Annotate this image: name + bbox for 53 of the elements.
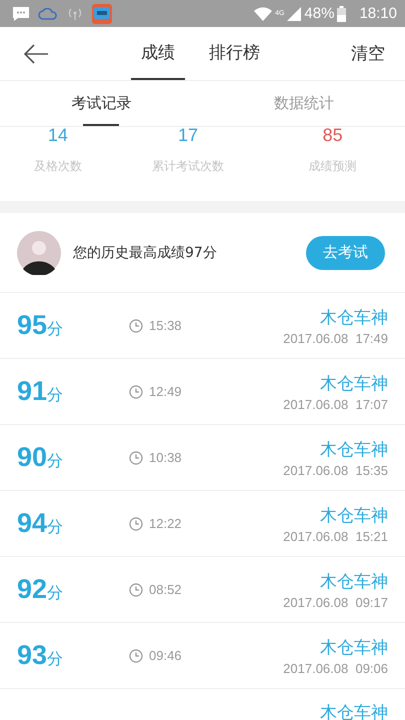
battery-icon bbox=[337, 6, 346, 22]
score: 90分 bbox=[17, 442, 64, 473]
wifi-icon bbox=[254, 6, 272, 20]
avatar bbox=[17, 230, 61, 274]
back-arrow-icon[interactable] bbox=[23, 44, 49, 64]
clock-icon bbox=[129, 516, 143, 530]
stat-label: 及格次数 bbox=[34, 158, 82, 175]
exam-duration: 15:38 bbox=[149, 318, 182, 333]
score: 93分 bbox=[17, 640, 64, 671]
exam-duration: 08:52 bbox=[149, 582, 182, 597]
header-tab[interactable]: 成绩 bbox=[131, 27, 185, 80]
stat-label: 累计考试次数 bbox=[152, 158, 224, 175]
score: 95分 bbox=[17, 310, 64, 341]
score: 92分 bbox=[17, 574, 64, 605]
exam-date: 2017.06.08 15:35 bbox=[283, 462, 388, 478]
sub-tab[interactable]: 考试记录 bbox=[0, 81, 202, 126]
clock: 18:10 bbox=[359, 5, 397, 22]
user-name: 木仓车神 bbox=[320, 636, 388, 658]
score: 91分 bbox=[17, 376, 64, 407]
app-icon bbox=[92, 4, 112, 24]
clock-icon bbox=[129, 318, 143, 332]
stat-label: 成绩预测 bbox=[308, 158, 357, 175]
exam-duration: 09:46 bbox=[149, 648, 182, 663]
stat-value: 14 bbox=[48, 125, 68, 146]
exam-duration: 12:49 bbox=[149, 384, 182, 399]
user-name: 木仓车神 bbox=[320, 570, 388, 592]
stat-value: 85 bbox=[322, 125, 343, 146]
user-name: 木仓车神 bbox=[320, 306, 388, 328]
exam-date: 2017.06.08 17:49 bbox=[283, 330, 388, 346]
exam-date: 2017.06.08 15:21 bbox=[283, 528, 388, 544]
battery-percent: 48% bbox=[304, 5, 334, 22]
signal-icon bbox=[287, 6, 302, 20]
exam-duration: 10:38 bbox=[149, 450, 182, 465]
clock-icon bbox=[129, 450, 143, 464]
user-name: 木仓车神 bbox=[320, 504, 388, 526]
clear-button[interactable]: 清空 bbox=[351, 42, 385, 65]
cloud-icon bbox=[38, 8, 58, 20]
user-name: 木仓车神 bbox=[320, 372, 388, 394]
user-name: 木仓车神 bbox=[320, 702, 388, 720]
hotspot-icon bbox=[66, 6, 84, 20]
score: 94分 bbox=[17, 508, 64, 539]
clock-icon bbox=[129, 582, 143, 596]
user-name: 木仓车神 bbox=[320, 438, 388, 460]
exam-duration: 12:22 bbox=[149, 516, 182, 531]
message-icon bbox=[12, 6, 30, 22]
clock-icon bbox=[129, 384, 143, 398]
header-tab[interactable]: 排行榜 bbox=[199, 27, 270, 80]
exam-date: 2017.06.08 09:06 bbox=[283, 660, 388, 676]
exam-date: 2017.06.08 09:17 bbox=[283, 594, 388, 610]
exam-date: 2017.06.08 17:07 bbox=[283, 396, 388, 412]
clock-icon bbox=[129, 648, 143, 662]
best-score-text: 您的历史最高成绩97分 bbox=[73, 244, 217, 262]
stat-value: 17 bbox=[178, 125, 198, 146]
